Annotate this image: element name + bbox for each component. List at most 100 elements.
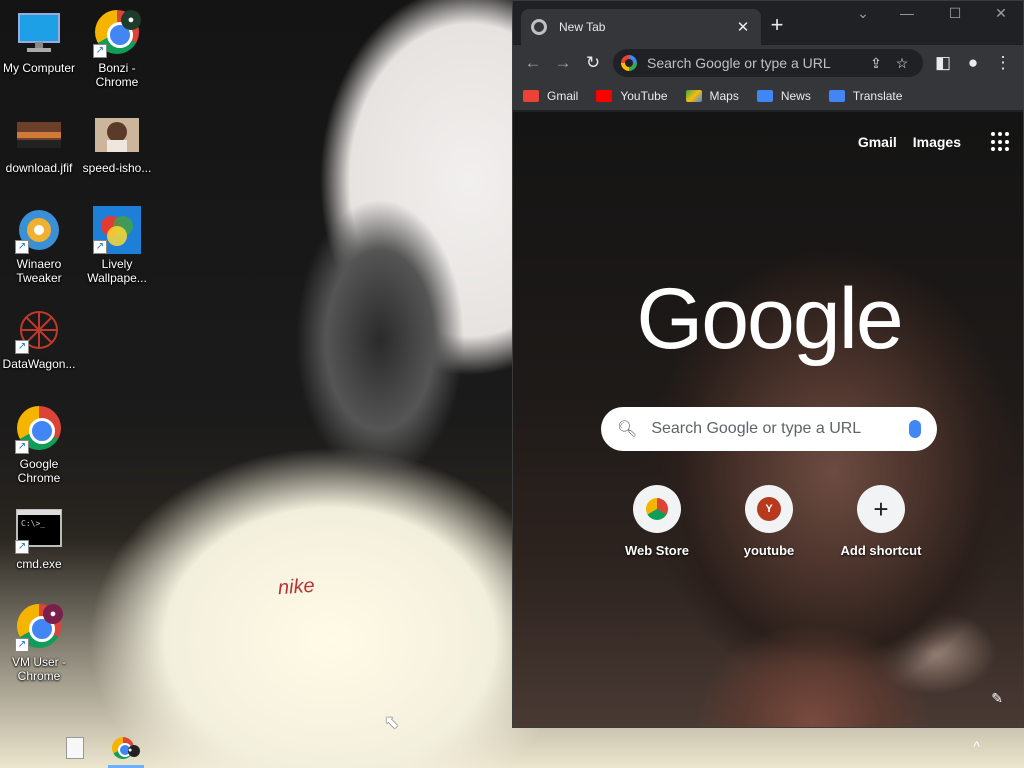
wallpaper-text: nike	[277, 574, 316, 600]
profile-badge-icon: ●	[128, 745, 140, 757]
terminal-icon: C:\>_ ↗	[15, 506, 63, 554]
translate-icon	[828, 89, 845, 102]
tab-strip: New Tab ✕ + ⌄ — ☐ ✕	[513, 1, 1023, 45]
bookmark-star-icon[interactable]: ☆	[889, 55, 915, 72]
shortcut-label: youtube	[743, 543, 795, 558]
side-panel-icon[interactable]: ◧	[929, 49, 957, 77]
google-logo: Google	[636, 271, 903, 367]
shortcut-arrow-icon: ↗	[15, 340, 29, 354]
desktop-icon-download-jfif[interactable]: download.jfif	[0, 110, 78, 175]
tab-new-tab[interactable]: New Tab ✕	[521, 9, 761, 45]
window-close-button[interactable]: ✕	[979, 5, 1023, 22]
mouse-cursor-icon: ⬉	[384, 712, 400, 732]
new-tab-button[interactable]: +	[765, 13, 789, 37]
desktop-icon-google-chrome[interactable]: ↗ Google Chrome	[0, 404, 78, 485]
maximize-button[interactable]: ☐	[933, 5, 977, 22]
shortcut-add[interactable]: + Add shortcut	[831, 485, 931, 558]
lively-icon: ↗	[93, 206, 141, 254]
plus-icon: +	[857, 485, 905, 533]
chrome-icon: ● ↗	[15, 604, 63, 652]
desktop-icon-label: DataWagon...	[2, 357, 76, 371]
forward-button[interactable]: →	[549, 49, 577, 77]
shortcut-label: Add shortcut	[840, 543, 922, 558]
share-icon[interactable]: ⇪	[863, 55, 889, 72]
images-link[interactable]: Images	[913, 134, 961, 150]
desktop-icon-label: speed-isho...	[82, 161, 152, 175]
chrome-icon: ● ↗	[93, 10, 141, 58]
microphone-icon[interactable]	[909, 420, 921, 438]
bookmark-youtube[interactable]: YouTube	[596, 88, 668, 103]
profile-badge-icon: ●	[43, 604, 63, 624]
toolbar: ← → ↻ Search Google or type a URL ⇪ ☆ ◧ …	[513, 45, 1023, 81]
svg-text:C:\>_: C:\>_	[21, 519, 45, 528]
shortcut-web-store[interactable]: Web Store	[607, 485, 707, 558]
menu-kebab-icon[interactable]: ⋮	[989, 49, 1017, 77]
desktop-icon-vm-user-chrome[interactable]: ● ↗ VM User - Chrome	[0, 602, 78, 683]
desktop-icon-label: Google Chrome	[17, 457, 61, 485]
back-button[interactable]: ←	[519, 49, 547, 77]
tab-search-icon[interactable]: ⌄	[841, 5, 885, 22]
bookmark-translate[interactable]: Translate	[828, 88, 903, 103]
shortcut-arrow-icon: ↗	[93, 240, 107, 254]
desktop-icon-speed-isho[interactable]: speed-isho...	[78, 110, 156, 175]
maps-icon	[685, 89, 702, 102]
bookmark-label: Gmail	[547, 88, 579, 103]
gmail-link[interactable]: Gmail	[858, 134, 897, 150]
desktop-icon-label: My Computer	[2, 61, 76, 75]
desktop-icon-lively-wallpaper[interactable]: ↗ Lively Wallpape...	[78, 206, 156, 285]
shortcut-arrow-icon: ↗	[93, 44, 107, 58]
chrome-icon: ↗	[15, 406, 63, 454]
gmail-icon	[523, 89, 539, 102]
profile-icon[interactable]: ●	[959, 49, 987, 77]
chrome-favicon-icon	[531, 19, 547, 35]
bookmark-gmail[interactable]: Gmail	[523, 89, 578, 103]
search-placeholder: Search Google or type a URL	[651, 420, 862, 437]
chrome-window: New Tab ✕ + ⌄ — ☐ ✕ ← → ↻ Search Google …	[512, 0, 1024, 728]
bookmark-news[interactable]: News	[756, 88, 811, 103]
close-icon[interactable]: ✕	[735, 18, 751, 36]
desktop-icon-bonzi-chrome[interactable]: ● ↗ Bonzi - Chrome	[78, 8, 156, 89]
shortcut-arrow-icon: ↗	[15, 638, 29, 652]
bookmark-maps[interactable]: Maps	[685, 88, 739, 103]
desktop-icon-cmd[interactable]: C:\>_ ↗ cmd.exe	[0, 506, 78, 571]
tab-title: New Tab	[559, 20, 606, 34]
omnibox[interactable]: Search Google or type a URL ⇪ ☆	[613, 49, 923, 77]
omnibox-placeholder: Search Google or type a URL	[647, 55, 831, 71]
desktop-icon-winaero-tweaker[interactable]: ↗ Winaero Tweaker	[0, 206, 78, 285]
chevron-up-icon[interactable]: ^	[973, 738, 980, 754]
desktop-icon-datawagon[interactable]: ↗ DataWagon...	[0, 306, 78, 371]
web-store-icon	[633, 485, 681, 533]
datawagon-icon: ↗	[15, 306, 63, 354]
pencil-icon[interactable]: ✎	[991, 690, 1003, 707]
image-file-icon	[93, 110, 141, 158]
image-file-icon	[15, 110, 63, 158]
taskbar-file-icon[interactable]	[66, 737, 84, 759]
bookmarks-bar: Gmail YouTube Maps News Translate	[513, 81, 1023, 111]
new-tab-page: Gmail Images Google 🔍︎ Search Google or …	[513, 112, 1023, 727]
taskbar-chrome-icon[interactable]: ●	[112, 737, 140, 763]
google-g-icon	[621, 55, 637, 71]
bookmark-label: YouTube	[620, 88, 668, 103]
shortcut-arrow-icon: ↗	[15, 440, 29, 454]
search-icon: 🔍︎	[617, 421, 638, 438]
youtube-letter-icon: Y	[745, 485, 793, 533]
shortcut-label: Web Store	[624, 543, 690, 558]
minimize-button[interactable]: —	[885, 5, 929, 21]
desktop-icon-label: Winaero Tweaker	[16, 257, 62, 285]
desktop-icon-my-computer[interactable]: My Computer	[0, 10, 78, 75]
desktop-icon-label: cmd.exe	[16, 557, 62, 571]
youtube-icon	[596, 89, 613, 102]
shortcut-arrow-icon: ↗	[15, 540, 29, 554]
bookmark-label: Maps	[709, 88, 739, 103]
desktop-icon-label: download.jfif	[5, 161, 73, 175]
shortcut-arrow-icon: ↗	[15, 240, 29, 254]
bookmark-label: Translate	[852, 88, 903, 103]
shortcut-youtube[interactable]: Y youtube	[719, 485, 819, 558]
ntp-search-box[interactable]: 🔍︎ Search Google or type a URL	[601, 407, 937, 451]
desktop-icon-label: Bonzi - Chrome	[95, 61, 139, 89]
bookmark-label: News	[780, 88, 811, 103]
news-icon	[756, 89, 773, 102]
reload-button[interactable]: ↻	[579, 49, 607, 77]
profile-badge-icon: ●	[121, 10, 141, 30]
apps-grid-icon[interactable]	[991, 132, 1011, 152]
